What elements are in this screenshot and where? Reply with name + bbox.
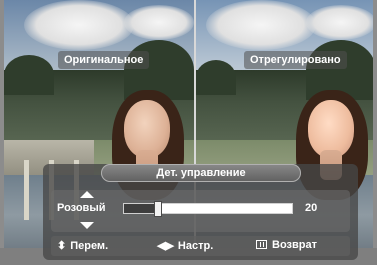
menu-icon (256, 240, 267, 249)
left-right-arrows-icon: ◀▶ (157, 240, 174, 252)
up-down-arrows-icon: ⬍ (57, 240, 67, 252)
adjusted-label: Отрегулировано (244, 51, 347, 69)
pink-slider[interactable] (123, 201, 293, 217)
help-adjust: ◀▶ Настр. (157, 239, 213, 252)
slider-fill (124, 204, 158, 213)
arrow-up-icon[interactable] (80, 191, 94, 198)
setting-label: Розовый (57, 202, 106, 214)
help-adjust-label: Настр. (177, 240, 214, 252)
setting-value: 20 (305, 202, 318, 214)
tree (4, 55, 54, 95)
help-return: Возврат (256, 239, 317, 251)
menu-title: Дет. управление (101, 164, 301, 182)
tree (196, 60, 236, 95)
cloud (24, 0, 134, 50)
cloud (206, 0, 316, 50)
cloud (124, 5, 194, 40)
help-move-label: Перем. (70, 240, 109, 252)
arrow-down-icon[interactable] (80, 222, 94, 229)
detailed-settings-menu: Дет. управление Розовый 20 ⬍ Перем. ◀▶ Нас… (43, 164, 358, 260)
help-return-label: Возврат (272, 239, 317, 251)
cloud (306, 5, 373, 40)
pillar (24, 160, 29, 220)
help-bar: ⬍ Перем. ◀▶ Настр. Возврат (51, 236, 350, 256)
original-label: Оригинальное (58, 51, 150, 69)
help-move: ⬍ Перем. (57, 239, 108, 252)
tv-screen: Оригинальное Отрегулировано Дет. управле… (0, 0, 377, 265)
slider-thumb[interactable] (154, 201, 162, 217)
